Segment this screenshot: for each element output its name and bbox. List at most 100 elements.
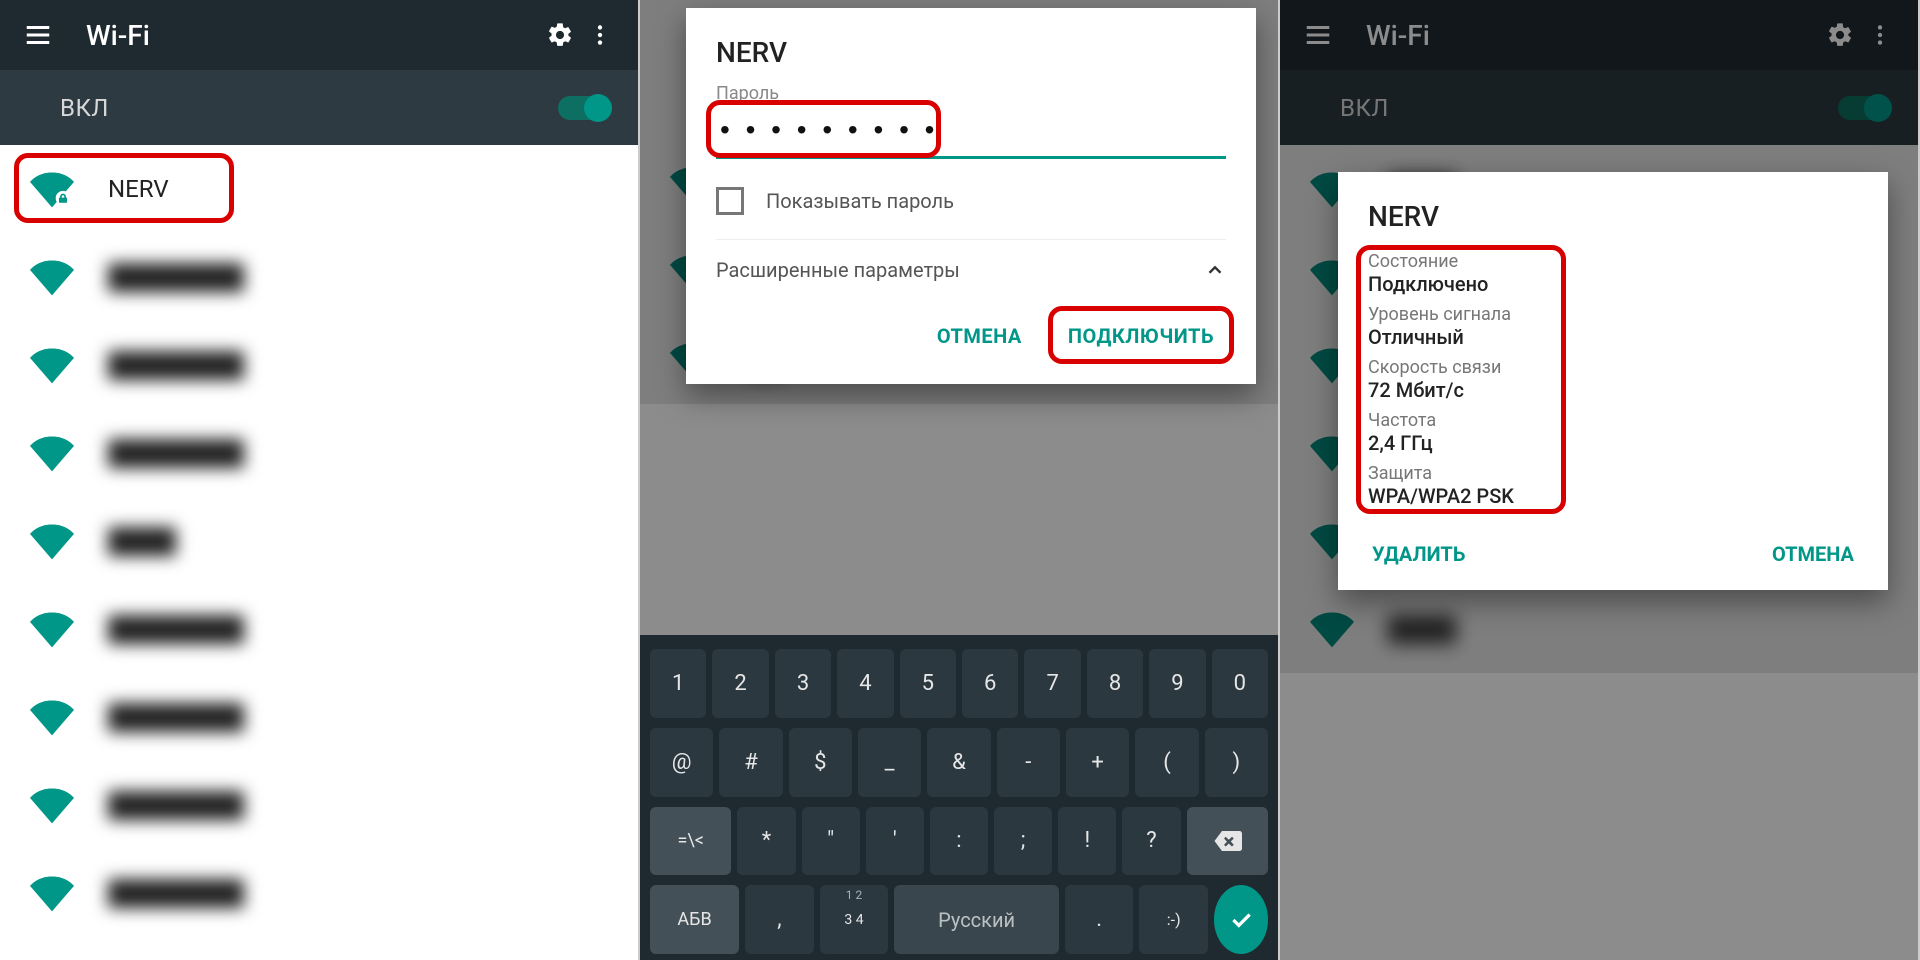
overflow-icon[interactable] xyxy=(580,15,620,55)
key[interactable]: # xyxy=(719,728,782,797)
key-numpad[interactable]: 1 2 3 4 xyxy=(820,885,889,954)
cancel-button[interactable]: ОТМЕНА xyxy=(1772,542,1854,566)
key-emoji[interactable]: :-) xyxy=(1139,885,1208,954)
key[interactable]: - xyxy=(997,728,1060,797)
key-backspace[interactable] xyxy=(1187,807,1268,876)
wifi-icon xyxy=(30,607,74,651)
network-item[interactable]: ████████ xyxy=(0,761,638,849)
wifi-icon xyxy=(30,519,74,563)
show-password-row[interactable]: Показывать пароль xyxy=(716,187,1226,215)
wifi-icon xyxy=(30,783,74,827)
network-item[interactable]: ████████ xyxy=(0,321,638,409)
keyboard: 1 2 3 4 5 6 7 8 9 0 @ # $ _ & - + ( ) =\… xyxy=(640,635,1278,960)
checkbox-icon[interactable] xyxy=(716,187,744,215)
gear-icon[interactable] xyxy=(540,15,580,55)
key-comma[interactable]: , xyxy=(745,885,814,954)
connect-button[interactable]: ПОДКЛЮЧИТЬ xyxy=(1062,320,1220,352)
network-item[interactable]: ████████ xyxy=(0,849,638,937)
cancel-button[interactable]: ОТМЕНА xyxy=(931,320,1028,352)
network-item[interactable]: ████████ xyxy=(0,585,638,673)
key-mode[interactable]: АБВ xyxy=(650,885,739,954)
key[interactable]: 2 xyxy=(712,649,768,718)
key[interactable]: 3 xyxy=(775,649,831,718)
network-item[interactable]: ████████ xyxy=(0,233,638,321)
key[interactable]: ) xyxy=(1205,728,1268,797)
dialog-actions: УДАЛИТЬ ОТМЕНА xyxy=(1368,516,1858,576)
status-label: Состояние xyxy=(1368,251,1858,272)
chevron-up-icon xyxy=(1204,259,1226,281)
security-value: WPA/WPA2 PSK xyxy=(1368,484,1858,508)
key[interactable]: 7 xyxy=(1024,649,1080,718)
network-list: NERV ████████ ████████ ████████ ████ ███… xyxy=(0,145,638,937)
network-item[interactable]: ████████ xyxy=(0,673,638,761)
key[interactable]: _ xyxy=(858,728,921,797)
key[interactable]: ' xyxy=(866,807,924,876)
key[interactable]: 0 xyxy=(1212,649,1268,718)
key[interactable]: 6 xyxy=(962,649,1018,718)
network-label: ████████ xyxy=(108,615,244,644)
advanced-label: Расширенные параметры xyxy=(716,258,960,282)
key[interactable]: " xyxy=(802,807,860,876)
show-password-label: Показывать пароль xyxy=(766,189,954,213)
key[interactable]: + xyxy=(1066,728,1129,797)
hamburger-icon[interactable] xyxy=(18,15,58,55)
network-label: ████████ xyxy=(108,791,244,820)
freq-value: 2,4 ГГц xyxy=(1368,431,1858,455)
details-info: Состояние Подключено Уровень сигнала Отл… xyxy=(1368,251,1858,508)
dialog-title: NERV xyxy=(716,36,1226,69)
keyboard-row: АБВ , 1 2 3 4 Русский . :-) xyxy=(650,885,1268,954)
key[interactable]: 9 xyxy=(1149,649,1205,718)
connect-button-label: ПОДКЛЮЧИТЬ xyxy=(1068,324,1214,348)
wifi-icon xyxy=(30,167,74,211)
wifi-icon xyxy=(30,431,74,475)
dialog-title: NERV xyxy=(1368,200,1858,233)
details-dialog: NERV Состояние Подключено Уровень сигнал… xyxy=(1338,172,1888,590)
key[interactable]: $ xyxy=(789,728,852,797)
key[interactable]: 5 xyxy=(900,649,956,718)
network-label: NERV xyxy=(108,175,169,203)
key[interactable]: ? xyxy=(1122,807,1180,876)
appbar: Wi-Fi xyxy=(0,0,638,70)
key-language[interactable]: Русский xyxy=(894,885,1059,954)
key-enter[interactable] xyxy=(1214,885,1268,954)
keyboard-row: =\< * " ' : ; ! ? xyxy=(650,807,1268,876)
forget-button[interactable]: УДАЛИТЬ xyxy=(1372,542,1465,566)
speed-value: 72 Мбит/с xyxy=(1368,378,1858,402)
key[interactable]: ! xyxy=(1058,807,1116,876)
wifi-icon xyxy=(30,255,74,299)
wifi-icon xyxy=(30,343,74,387)
key-dot[interactable]: . xyxy=(1065,885,1134,954)
key[interactable]: * xyxy=(737,807,795,876)
wifi-toggle-row: ВКЛ xyxy=(0,70,638,145)
network-item-nerv[interactable]: NERV xyxy=(0,145,638,233)
network-label: ████████ xyxy=(108,263,244,292)
network-label: ████████ xyxy=(108,879,244,908)
advanced-options-row[interactable]: Расширенные параметры xyxy=(716,239,1226,300)
keyboard-row: @ # $ _ & - + ( ) xyxy=(650,728,1268,797)
network-item[interactable]: ████ xyxy=(0,497,638,585)
screen-wifi-connect-dialog: ██ ██ ██ NERV Пароль Показывать пароль Р… xyxy=(640,0,1280,960)
key[interactable]: 4 xyxy=(837,649,893,718)
dialog-actions: ОТМЕНА ПОДКЛЮЧИТЬ xyxy=(716,300,1226,374)
password-input[interactable] xyxy=(716,108,1226,159)
speed-label: Скорость связи xyxy=(1368,357,1858,378)
key[interactable]: ; xyxy=(994,807,1052,876)
appbar-title: Wi-Fi xyxy=(86,19,540,52)
key[interactable]: & xyxy=(927,728,990,797)
network-label: ████████ xyxy=(108,351,244,380)
key-symbols[interactable]: =\< xyxy=(650,807,731,876)
key[interactable]: @ xyxy=(650,728,713,797)
network-item[interactable]: ████████ xyxy=(0,409,638,497)
network-label: ████ xyxy=(108,527,176,556)
network-label: ████████ xyxy=(108,703,244,732)
signal-value: Отличный xyxy=(1368,325,1858,349)
screen-wifi-list: Wi-Fi ВКЛ NERV ████████ ████████ ███████… xyxy=(0,0,640,960)
key[interactable]: 1 xyxy=(650,649,706,718)
signal-label: Уровень сигнала xyxy=(1368,304,1858,325)
key[interactable]: : xyxy=(930,807,988,876)
key[interactable]: ( xyxy=(1135,728,1198,797)
screen-wifi-details: Wi-Fi ВКЛ ████ ████ ████ ████ ████ ████ … xyxy=(1280,0,1920,960)
key[interactable]: 8 xyxy=(1087,649,1143,718)
security-label: Защита xyxy=(1368,463,1858,484)
wifi-toggle-switch[interactable] xyxy=(558,96,608,120)
